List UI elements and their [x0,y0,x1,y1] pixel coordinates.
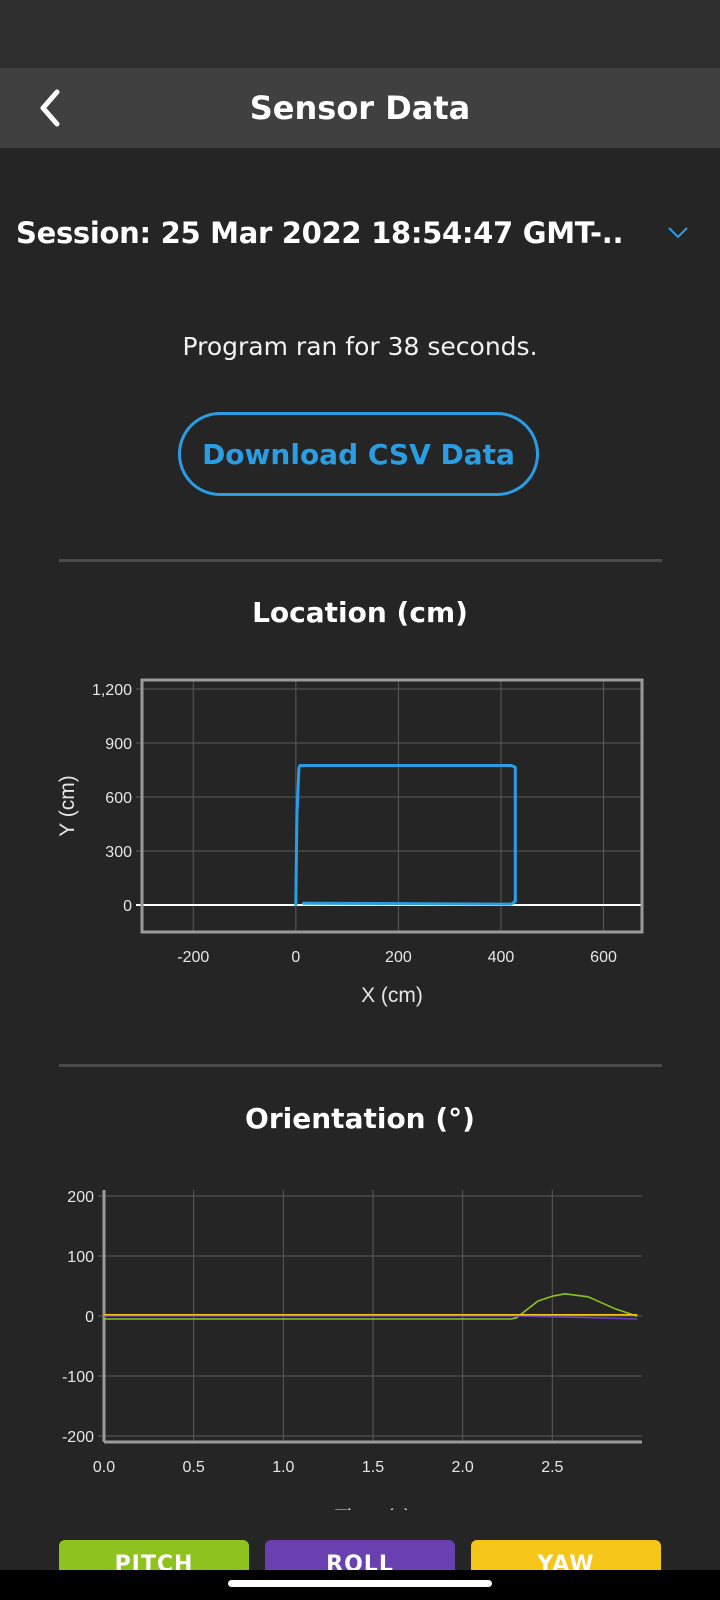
x-tick-label: 400 [488,949,515,966]
y-tick-label: 300 [105,844,132,861]
home-indicator[interactable] [228,1580,492,1587]
y-tick-label: 0 [123,898,132,915]
status-bar [0,0,720,68]
run-duration-text: Program ran for 38 seconds. [182,332,538,361]
y-tick-label: 0 [85,1309,94,1326]
x-tick-label: 1.0 [272,1459,294,1476]
location-chart-title: Location (cm) [252,596,468,629]
x-tick-label: 600 [590,949,617,966]
x-tick-label: 2.5 [541,1459,563,1476]
y-tick-label: 900 [105,736,132,753]
y-tick-label: -100 [62,1369,94,1386]
x-tick-label: 2.0 [452,1459,474,1476]
x-tick-label: 0.0 [93,1459,115,1476]
session-selector[interactable]: Session: 25 Mar 2022 18:54:47 GMT-.. [16,208,706,258]
y-tick-label: -200 [62,1429,94,1446]
chevron-left-icon [40,89,60,127]
path-series-line [294,764,517,907]
download-csv-button[interactable]: Download CSV Data [178,412,539,496]
y-tick-label: 100 [67,1249,94,1266]
orientation-chart-title: Orientation (°) [245,1102,475,1135]
orientation-chart: 0.0 0.5 1.0 1.5 2.0 2.5 -200 -100 0 100 200 Time (s… [62,1189,642,1510]
x-tick-label: 0.5 [183,1459,205,1476]
x-axis-label: X (cm) [361,984,423,1007]
x-tick-label: 1.5 [362,1459,384,1476]
divider [59,559,662,562]
app-header: Sensor Data [0,68,720,148]
x-tick-label: -200 [177,949,209,966]
y-tick-label: 1,200 [92,682,132,699]
x-axis-label: Time (s) [335,1506,411,1510]
y-axis-label: Y (cm) [56,775,79,836]
plot-frame [140,678,644,934]
x-tick-label: 0 [291,949,300,966]
back-button[interactable] [24,82,76,134]
session-label: Session: 25 Mar 2022 18:54:47 GMT-.. [16,216,624,250]
chevron-down-icon [668,227,688,239]
y-tick-label: 600 [105,790,132,807]
x-tick-label: 200 [385,949,412,966]
page-title: Sensor Data [249,89,471,127]
y-tick-label: 200 [67,1189,94,1206]
location-chart: -200 0 200 400 600 0 300 600 900 1,200 X (cm) Y (cm… [56,678,644,1007]
navigation-bar [0,1570,720,1600]
divider [59,1064,662,1067]
